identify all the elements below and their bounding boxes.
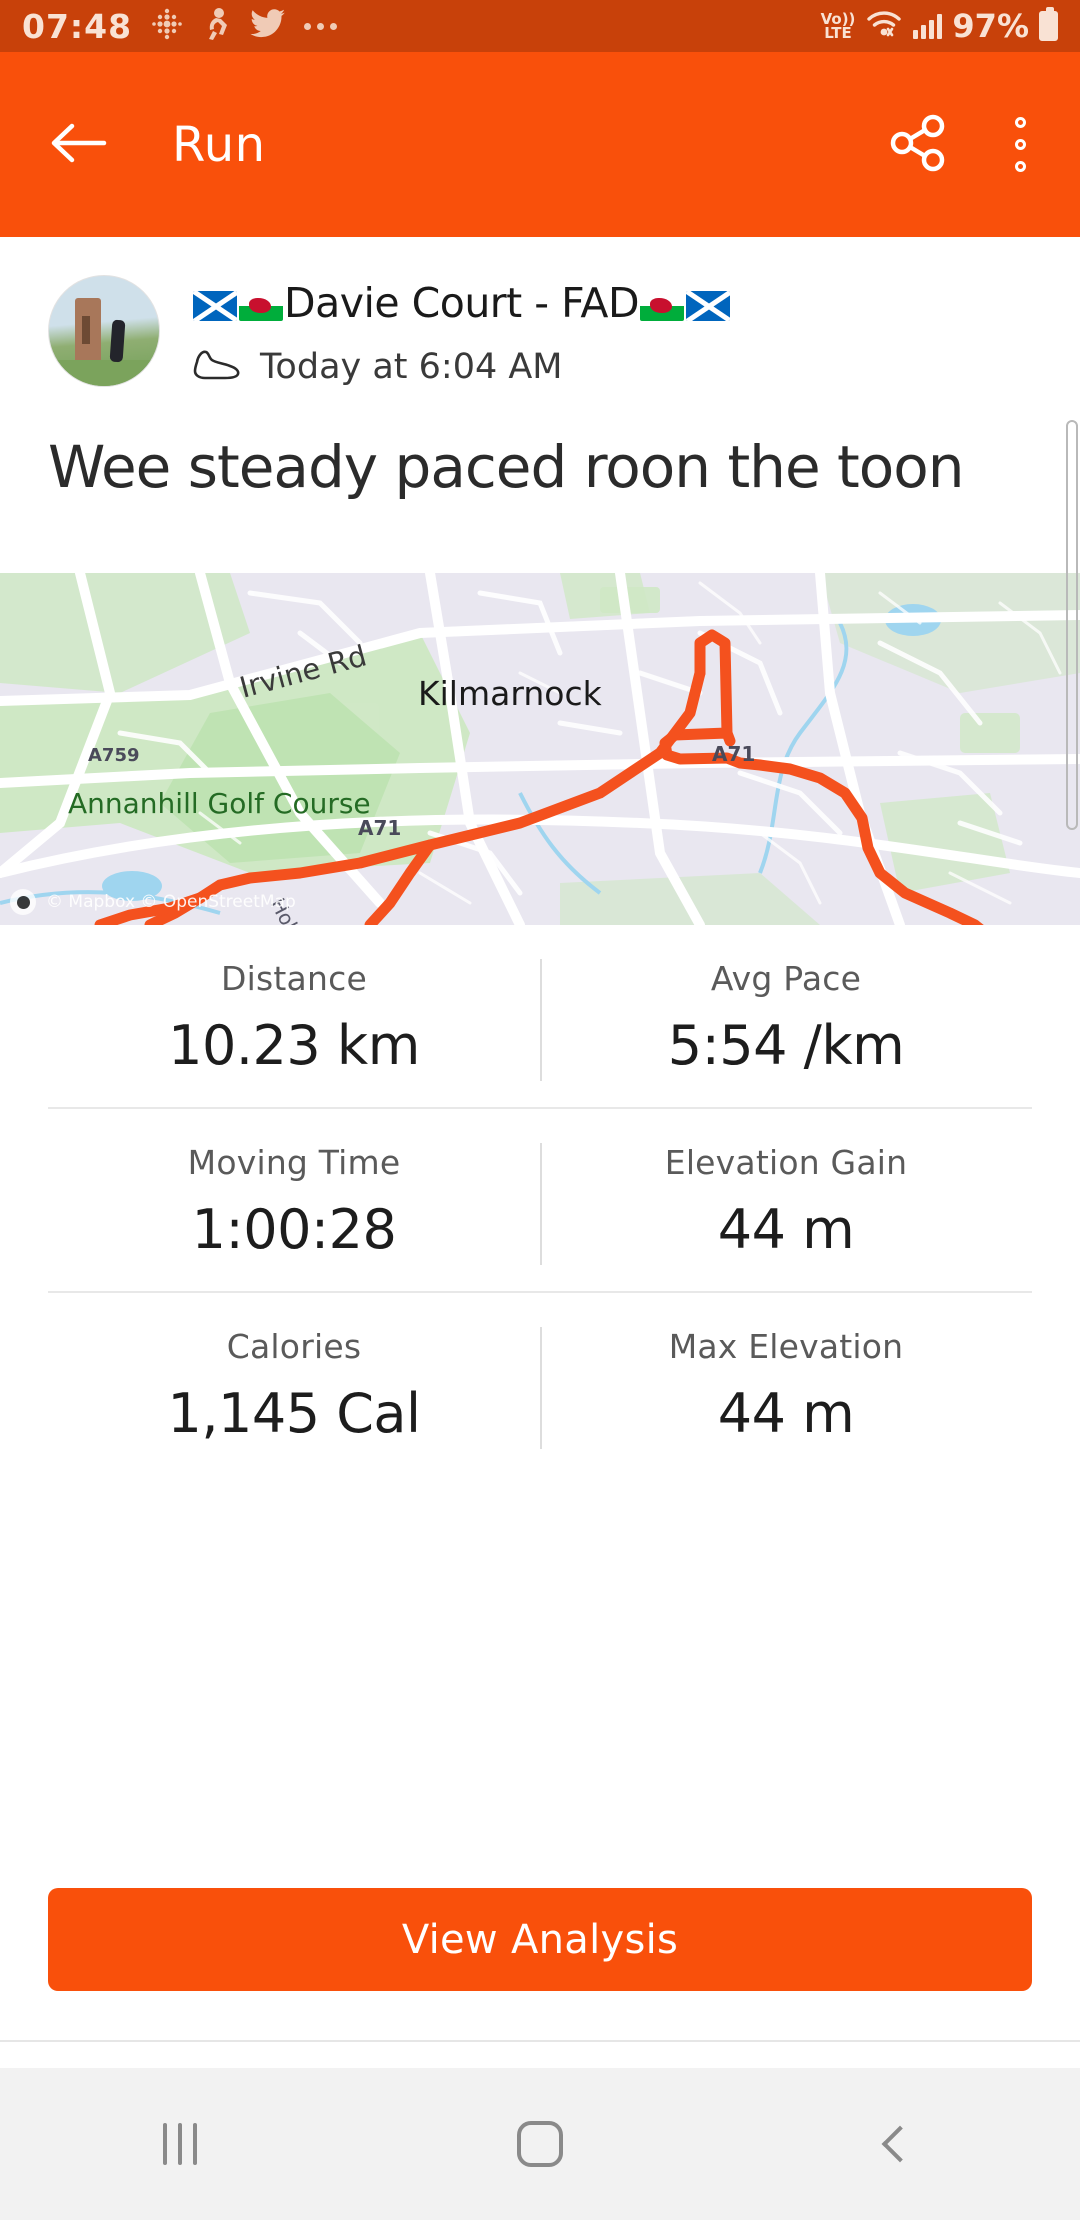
stat-divider <box>540 959 542 1081</box>
battery-percent: 97% <box>952 7 1029 45</box>
athlete-row[interactable]: Davie Court - FAD Today at 6:04 AM <box>0 237 1080 387</box>
stat-calories: Calories 1,145 Cal <box>48 1327 540 1445</box>
stat-max-elevation: Max Elevation 44 m <box>540 1327 1032 1445</box>
wifi-icon <box>865 9 903 43</box>
stat-label: Calories <box>227 1327 361 1366</box>
activity-timestamp: Today at 6:04 AM <box>260 347 563 387</box>
athlete-info: Davie Court - FAD Today at 6:04 AM <box>192 275 731 387</box>
stat-divider <box>540 1143 542 1265</box>
back-button[interactable] <box>720 2131 1080 2157</box>
more-notifications-icon <box>304 23 337 30</box>
footer-divider <box>0 2040 1080 2042</box>
activity-time-row: Today at 6:04 AM <box>192 347 731 387</box>
stat-value: 44 m <box>718 1382 854 1445</box>
android-nav-bar <box>0 2068 1080 2220</box>
status-bar-left: 07:48 <box>22 7 337 46</box>
athlete-name-text: Davie Court - FAD <box>284 279 639 327</box>
map-attribution-text: © Mapbox © OpenStreetMap <box>46 892 296 912</box>
stat-elevation-gain: Elevation Gain 44 m <box>540 1143 1032 1261</box>
map-label-kilmarnock: Kilmarnock <box>418 674 603 713</box>
recents-button[interactable] <box>0 2123 360 2165</box>
app-screen: 07:48 <box>0 0 1080 2220</box>
stat-value: 1:00:28 <box>192 1198 397 1261</box>
stat-value: 44 m <box>718 1198 854 1261</box>
back-chevron-icon <box>882 2126 919 2163</box>
status-bar: 07:48 <box>0 0 1080 52</box>
volte-icon: Vo)) LTE <box>821 12 856 40</box>
stat-avg-pace: Avg Pace 5:54 /km <box>540 959 1032 1077</box>
overflow-menu-icon[interactable] <box>1009 111 1032 178</box>
recents-icon <box>163 2123 197 2165</box>
share-icon[interactable] <box>887 112 949 178</box>
stats-row: Moving Time 1:00:28 Elevation Gain 44 m <box>48 1107 1032 1291</box>
map-label-a71-bottom: A71 <box>358 816 401 840</box>
twitter-icon <box>250 8 286 44</box>
stat-label: Distance <box>221 959 367 998</box>
wales-flag-icon <box>640 291 684 321</box>
stats-grid: Distance 10.23 km Avg Pace 5:54 /km Movi… <box>0 925 1080 1475</box>
stat-moving-time: Moving Time 1:00:28 <box>48 1143 540 1261</box>
stat-value: 10.23 km <box>168 1014 420 1077</box>
home-icon <box>517 2121 563 2167</box>
route-map[interactable]: Irvine Rd Kilmarnock Annanhill Golf Cour… <box>0 573 1080 925</box>
battery-icon <box>1039 11 1058 41</box>
mapbox-logo-icon <box>10 889 36 915</box>
stat-label: Moving Time <box>188 1143 401 1182</box>
stat-value: 5:54 /km <box>668 1014 905 1077</box>
stat-distance: Distance 10.23 km <box>48 959 540 1077</box>
stat-label: Max Elevation <box>669 1327 904 1366</box>
stats-row: Calories 1,145 Cal Max Elevation 44 m <box>48 1291 1032 1475</box>
stat-value: 1,145 Cal <box>167 1382 420 1445</box>
stat-label: Elevation Gain <box>665 1143 907 1182</box>
app-bar-actions <box>887 111 1032 178</box>
back-arrow-icon[interactable] <box>48 120 110 170</box>
map-label-a759: A759 <box>88 745 140 766</box>
fitbit-icon <box>150 7 184 45</box>
stats-row: Distance 10.23 km Avg Pace 5:54 /km <box>48 925 1032 1107</box>
activity-title: Wee steady paced roon the toon <box>0 387 1080 501</box>
map-label-golf-course: Annanhill Golf Course <box>68 787 371 820</box>
map-attribution: © Mapbox © OpenStreetMap <box>10 889 296 915</box>
app-bar: Run <box>0 52 1080 237</box>
stat-divider <box>540 1327 542 1449</box>
running-shoe-icon <box>192 348 242 386</box>
map-label-a71-right: A71 <box>712 742 755 766</box>
avatar[interactable] <box>48 275 160 387</box>
activity-content: Davie Court - FAD Today at 6:04 AM Wee s… <box>0 237 1080 501</box>
page-title: Run <box>172 117 266 173</box>
status-clock: 07:48 <box>22 7 132 46</box>
signal-icon <box>913 13 942 39</box>
stat-label: Avg Pace <box>711 959 861 998</box>
view-analysis-button[interactable]: View Analysis <box>48 1888 1032 1991</box>
home-button[interactable] <box>360 2121 720 2167</box>
wales-flag-icon <box>239 291 283 321</box>
runkeeper-icon <box>202 7 232 45</box>
scotland-flag-icon <box>193 291 237 321</box>
page-scrollbar[interactable] <box>1066 420 1078 830</box>
athlete-name[interactable]: Davie Court - FAD <box>192 279 731 327</box>
scotland-flag-icon <box>686 291 730 321</box>
status-bar-right: Vo)) LTE 97% <box>821 7 1058 45</box>
